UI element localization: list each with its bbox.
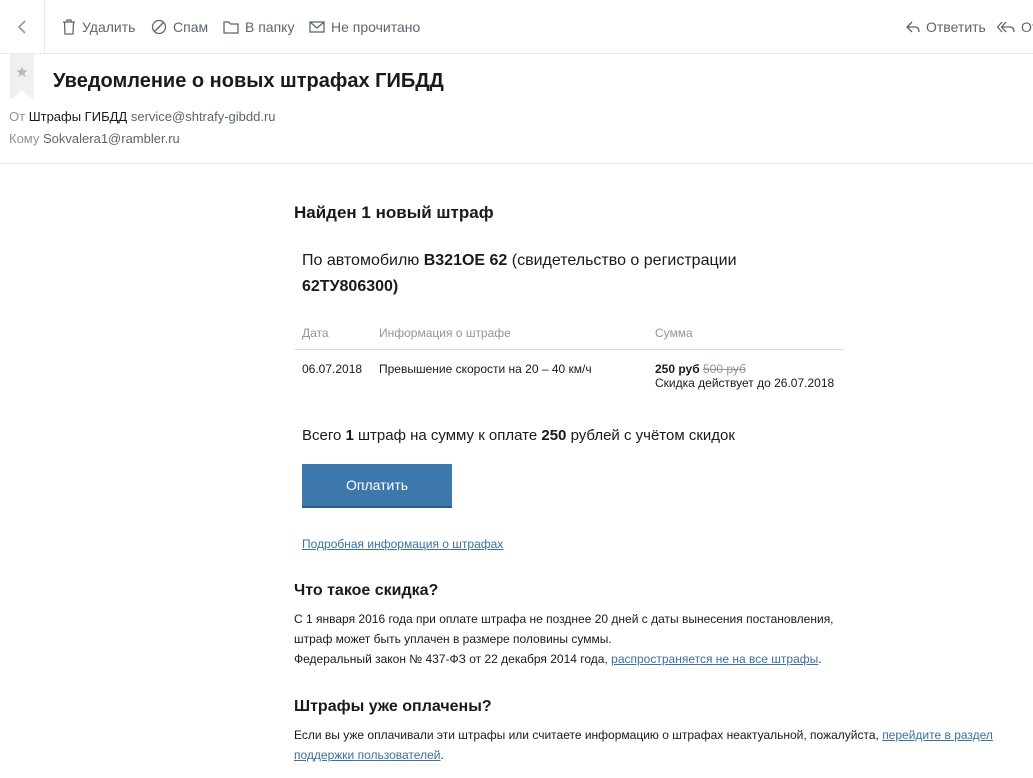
- recipient-address[interactable]: Sokvalera1@rambler.ru: [43, 131, 180, 146]
- pay-button[interactable]: Оплатить: [302, 464, 452, 508]
- vehicle-certificate: 62ТУ806300): [302, 278, 399, 295]
- folder-icon: [223, 20, 239, 34]
- total-count: 1: [345, 427, 354, 444]
- reply-all-label: От: [1021, 18, 1033, 35]
- support-link-part2[interactable]: поддержки пользователей: [294, 748, 440, 762]
- total-suffix: рублей с учётом скидок: [566, 427, 735, 444]
- col-date: Дата: [294, 317, 371, 350]
- vehicle-info: По автомобилю В321ОЕ 62 (свидетельство о…: [302, 248, 822, 300]
- discount-scope-link[interactable]: распространяется не на все штрафы: [611, 652, 818, 666]
- paid-text: Если вы уже оплачивали эти штрафы или сч…: [294, 725, 1014, 765]
- more-info-link[interactable]: Подробная информация о штрафах: [302, 537, 503, 551]
- email-subject: Уведомление о новых штрафах ГИБДД: [53, 70, 444, 92]
- move-to-folder-button[interactable]: В папку: [223, 0, 294, 53]
- discount-line1: С 1 января 2016 года при оплате штрафа н…: [294, 612, 834, 626]
- table-row: 06.07.2018 Превышение скорости на 20 – 4…: [294, 350, 844, 401]
- reply-label: Ответить: [926, 18, 986, 35]
- discount-note: Скидка действует до 26.07.2018: [655, 376, 835, 390]
- sender-line: От Штрафы ГИБДД service@shtrafy-gibdd.ru: [9, 109, 276, 124]
- back-button[interactable]: [0, 0, 45, 53]
- discount-line2: штраф может быть уплачен в размере полов…: [294, 632, 612, 646]
- chevron-left-icon: [17, 19, 26, 34]
- total-sum: 250: [541, 427, 567, 444]
- paid-dot: .: [440, 748, 444, 762]
- sender-name[interactable]: Штрафы ГИБДД: [29, 109, 128, 124]
- reply-all-icon: [997, 21, 1015, 32]
- to-label: Кому: [9, 131, 40, 146]
- delete-button[interactable]: Удалить: [62, 0, 135, 53]
- from-label: От: [9, 109, 26, 124]
- paid-line1: Если вы уже оплачивали эти штрафы или сч…: [294, 728, 883, 742]
- folder-label: В папку: [245, 18, 295, 35]
- discount-heading: Что такое скидка?: [294, 582, 439, 599]
- vehicle-plate: В321ОЕ 62: [423, 252, 508, 269]
- fines-table: Дата Информация о штрафе Сумма 06.07.201…: [294, 317, 844, 400]
- vehicle-prefix: По автомобилю: [302, 252, 424, 269]
- support-link-part1[interactable]: перейдите в раздел: [882, 728, 993, 742]
- toolbar: Удалить Спам В папку Не прочитано Ответи…: [0, 0, 1033, 54]
- total-line: Всего 1 штраф на сумму к оплате 250 рубл…: [302, 427, 735, 444]
- recipient-line: Кому Sokvalera1@rambler.ru: [9, 131, 180, 146]
- reply-icon: [906, 21, 920, 32]
- star-icon: [16, 66, 28, 77]
- mark-unread-button[interactable]: Не прочитано: [309, 0, 420, 53]
- reply-all-button[interactable]: От: [997, 0, 1033, 53]
- vehicle-mid: (свидетельство о регистрации: [507, 252, 737, 269]
- spam-label: Спам: [173, 18, 209, 35]
- sender-address[interactable]: service@shtrafy-gibdd.ru: [131, 109, 276, 124]
- trash-icon: [63, 18, 75, 35]
- fines-found-heading: Найден 1 новый штраф: [294, 203, 494, 222]
- spam-button[interactable]: Спам: [151, 0, 208, 53]
- fine-old-amount: 500 руб: [702, 362, 746, 376]
- fine-amount-cell: 250 руб 500 руб Скидка действует до 26.0…: [647, 350, 844, 401]
- fine-info: Превышение скорости на 20 – 40 км/ч: [379, 362, 592, 376]
- envelope-icon: [309, 20, 325, 33]
- discount-dot: .: [818, 652, 822, 666]
- total-prefix: Всего: [302, 427, 346, 444]
- reply-button[interactable]: Ответить: [906, 0, 986, 53]
- discount-line3: Федеральный закон № 437-ФЗ от 22 декабря…: [294, 652, 612, 666]
- block-icon: [151, 19, 167, 34]
- more-info-link-wrap: Подробная информация о штрафах: [302, 537, 503, 551]
- unread-label: Не прочитано: [331, 18, 421, 35]
- fine-amount: 250 руб: [655, 362, 700, 376]
- col-info: Информация о штрафе: [371, 317, 647, 350]
- total-mid: штраф на сумму к оплате: [353, 427, 542, 444]
- fine-date: 06.07.2018: [302, 362, 363, 376]
- col-amount: Сумма: [647, 317, 844, 350]
- delete-label: Удалить: [82, 18, 136, 35]
- paid-heading: Штрафы уже оплачены?: [294, 698, 492, 715]
- favorite-toggle[interactable]: [10, 54, 34, 100]
- discount-text: С 1 января 2016 года при оплате штрафа н…: [294, 609, 854, 669]
- header-divider: [0, 163, 1033, 164]
